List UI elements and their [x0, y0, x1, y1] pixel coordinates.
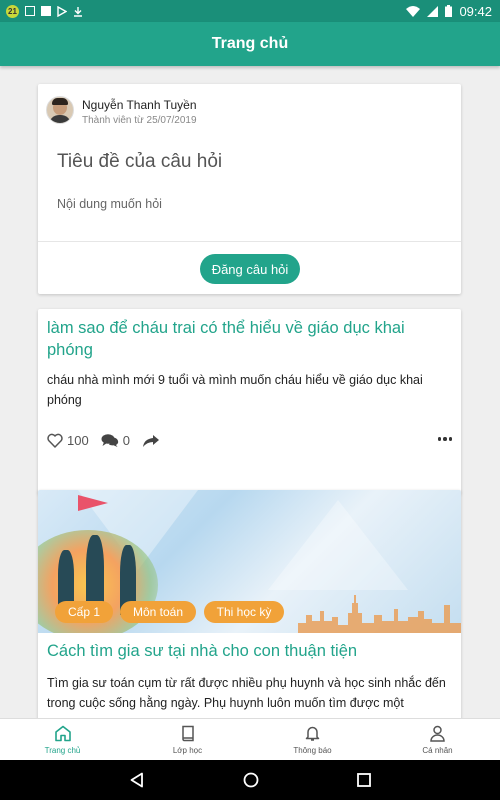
nav-item-home[interactable]: Trang chủ	[0, 719, 125, 761]
more-options-icon[interactable]	[437, 437, 452, 441]
status-time: 09:42	[459, 3, 492, 19]
article-card[interactable]: Cấp 1 Môn toán Thi học kỳ Cách tìm gia s…	[38, 490, 461, 730]
ask-question-card: Nguyễn Thanh Tuyền Thành viên từ 25/07/2…	[38, 84, 461, 294]
divider	[38, 241, 461, 242]
notification-badge: 21	[6, 4, 19, 18]
post-question-button[interactable]: Đăng câu hỏi	[200, 254, 300, 284]
share-icon	[142, 434, 159, 447]
question-title-input[interactable]: Tiêu đề của câu hỏi	[57, 151, 222, 173]
signal-icon	[427, 5, 439, 17]
question-actions: 100 0	[47, 433, 172, 448]
comment-count: 0	[122, 433, 130, 448]
nav-item-classes[interactable]: Lớp học	[125, 719, 250, 761]
nav-item-notifications[interactable]: Thông báo	[250, 719, 375, 761]
book-icon	[181, 725, 194, 742]
avatar[interactable]	[46, 96, 74, 124]
nav-label: Thông báo	[293, 746, 332, 755]
composer-user: Nguyễn Thanh Tuyền Thành viên từ 25/07/2…	[46, 96, 197, 126]
article-excerpt: Tìm gia sư toán cụm từ rất được nhiều ph…	[47, 676, 446, 710]
like-count: 100	[67, 433, 89, 448]
nav-label: Cá nhân	[422, 746, 453, 755]
page-title: Trang chủ	[211, 35, 289, 52]
tag-chip[interactable]: Thi học kỳ	[204, 601, 284, 623]
comment-button[interactable]: 0	[101, 433, 130, 448]
app-notification-icon	[41, 6, 51, 16]
image-notification-icon	[25, 6, 35, 16]
status-bar: 21 09:42	[0, 0, 500, 22]
play-store-icon	[57, 5, 67, 17]
home-icon	[54, 725, 71, 742]
recents-icon[interactable]	[357, 773, 371, 787]
battery-icon	[445, 5, 453, 17]
tag-chip[interactable]: Cấp 1	[55, 601, 113, 623]
back-icon[interactable]	[129, 772, 145, 788]
download-icon	[74, 6, 82, 17]
nav-item-profile[interactable]: Cá nhân	[375, 719, 500, 761]
bottom-navigation: Trang chủ Lớp học Thông báo Cá nhân	[0, 718, 500, 761]
user-icon	[430, 725, 445, 742]
question-title[interactable]: làm sao để cháu trai có thể hiểu về giáo…	[47, 317, 447, 361]
nav-label: Trang chủ	[44, 746, 81, 755]
home-circle-icon[interactable]	[243, 772, 259, 788]
city-skyline	[298, 595, 461, 633]
bell-icon	[305, 726, 320, 741]
heart-icon	[47, 433, 63, 448]
system-navigation-bar	[0, 760, 500, 800]
nav-label: Lớp học	[172, 746, 203, 755]
like-button[interactable]: 100	[47, 433, 89, 448]
wifi-icon	[406, 5, 421, 17]
member-since: Thành viên từ 25/07/2019	[82, 115, 197, 126]
article-title[interactable]: Cách tìm gia sư tại nhà cho con thuận ti…	[47, 642, 357, 661]
question-card[interactable]: làm sao để cháu trai có thể hiểu về giáo…	[38, 309, 461, 494]
app-bar: Trang chủ	[0, 22, 500, 66]
share-button[interactable]	[142, 434, 160, 448]
question-body: cháu nhà mình mới 9 tuổi và mình muốn ch…	[47, 373, 423, 407]
question-content-input[interactable]: Nội dung muốn hỏi	[57, 197, 162, 211]
comments-icon	[101, 434, 118, 447]
user-name: Nguyễn Thanh Tuyền	[82, 98, 197, 112]
tag-chip[interactable]: Môn toán	[120, 601, 196, 623]
